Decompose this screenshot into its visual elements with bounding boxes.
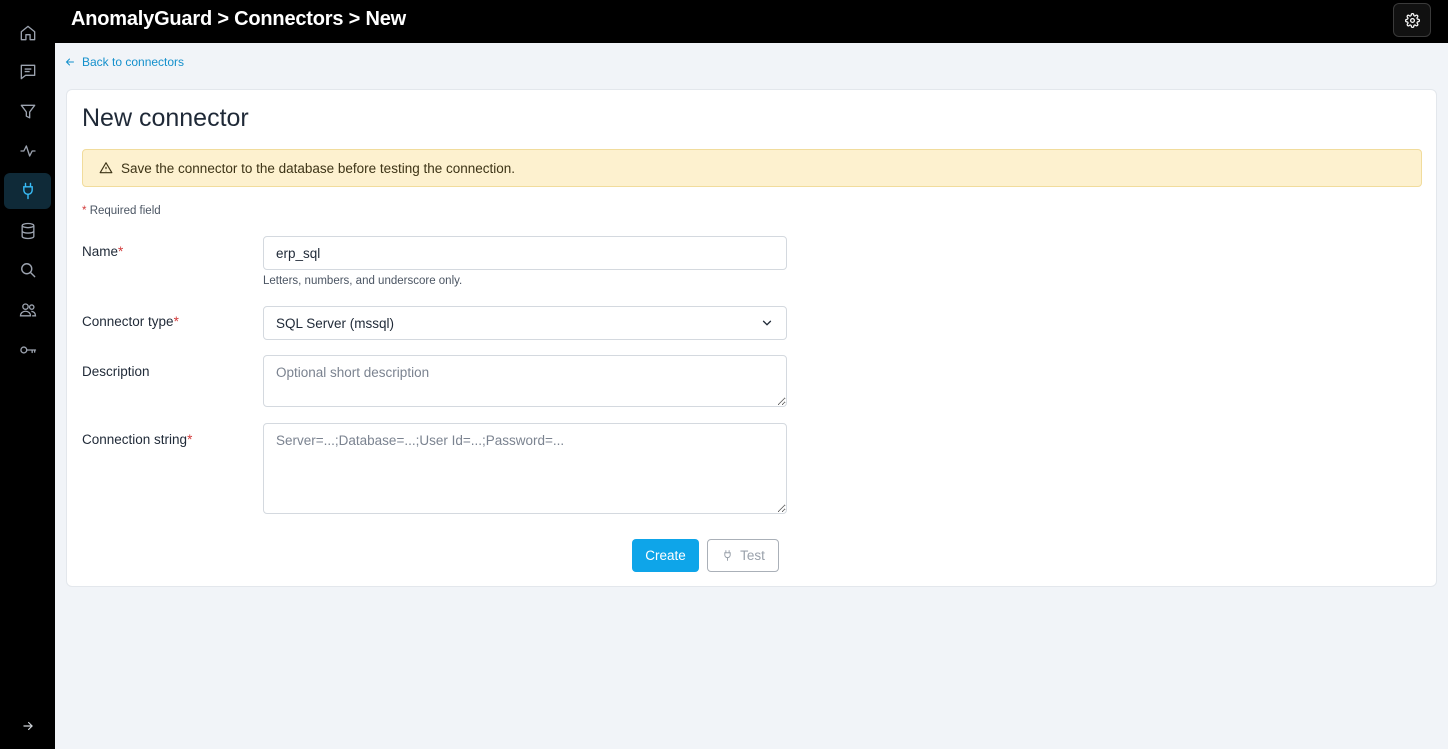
name-required-star: * (118, 244, 124, 259)
warning-icon (99, 162, 113, 174)
back-to-connectors-link[interactable]: Back to connectors (64, 55, 184, 69)
name-input[interactable] (263, 236, 787, 270)
connection-string-textarea[interactable] (263, 423, 787, 514)
sidebar-collapse-button[interactable] (4, 708, 51, 744)
key-icon (19, 346, 36, 354)
plug-icon (724, 550, 731, 561)
description-textarea[interactable] (263, 355, 787, 407)
required-note-text: Required field (89, 205, 161, 217)
new-connector-card: New connector Save the connector to the … (66, 89, 1437, 587)
connector-type-label: Connector type* (82, 314, 179, 329)
sidebar-item-filter[interactable] (4, 94, 51, 130)
activity-icon (20, 145, 35, 157)
arrow-left-icon (65, 58, 74, 66)
breadcrumb: AnomalyGuard > Connectors > New (71, 8, 406, 30)
page-title: New connector (82, 104, 249, 132)
sidebar-item-keys[interactable] (4, 332, 51, 368)
filter-icon (20, 104, 35, 119)
name-hint: Letters, numbers, and underscore only. (263, 275, 463, 287)
alert-text: Save the connector to the database befor… (121, 160, 516, 176)
database-icon (21, 222, 34, 240)
gear-icon (1404, 12, 1420, 28)
connector-type-value: SQL Server (mssql) (276, 315, 395, 331)
connector-type-required-star: * (173, 314, 179, 329)
sidebar-item-connectors[interactable] (4, 173, 51, 209)
sidebar-item-search[interactable] (4, 252, 51, 288)
required-field-note: * Required field (82, 205, 161, 217)
sidebar-item-home[interactable] (4, 15, 51, 51)
required-star: * (82, 205, 87, 217)
connection-string-label-text: Connection string (82, 432, 188, 447)
connection-string-required-star: * (187, 432, 193, 447)
connector-type-label-text: Connector type (82, 314, 174, 329)
warning-alert: Save the connector to the database befor… (82, 149, 1422, 187)
sidebar (0, 0, 55, 749)
back-link-label: Back to connectors (82, 55, 185, 69)
chevron-down-icon (762, 320, 772, 326)
chat-icon (20, 64, 35, 80)
connector-type-select[interactable]: SQL Server (mssql) (263, 306, 787, 340)
test-button[interactable]: Test (707, 539, 779, 572)
sidebar-item-database[interactable] (4, 213, 51, 249)
name-label-text: Name (82, 244, 119, 259)
arrow-right-icon (22, 721, 33, 731)
sidebar-item-activity[interactable] (4, 133, 51, 169)
connection-string-label: Connection string* (82, 432, 192, 447)
topbar: AnomalyGuard > Connectors > New (55, 0, 1448, 43)
settings-button[interactable] (1393, 3, 1431, 37)
description-label: Description (82, 364, 150, 379)
home-icon (20, 25, 35, 41)
sidebar-item-chat[interactable] (4, 54, 51, 90)
search-icon (20, 263, 35, 278)
description-label-text: Description (82, 364, 150, 379)
users-icon (19, 303, 36, 317)
sidebar-item-users[interactable] (4, 292, 51, 328)
plug-icon (22, 182, 33, 200)
test-button-label: Test (740, 548, 765, 563)
name-label: Name* (82, 244, 123, 259)
create-button[interactable]: Create (632, 539, 699, 572)
